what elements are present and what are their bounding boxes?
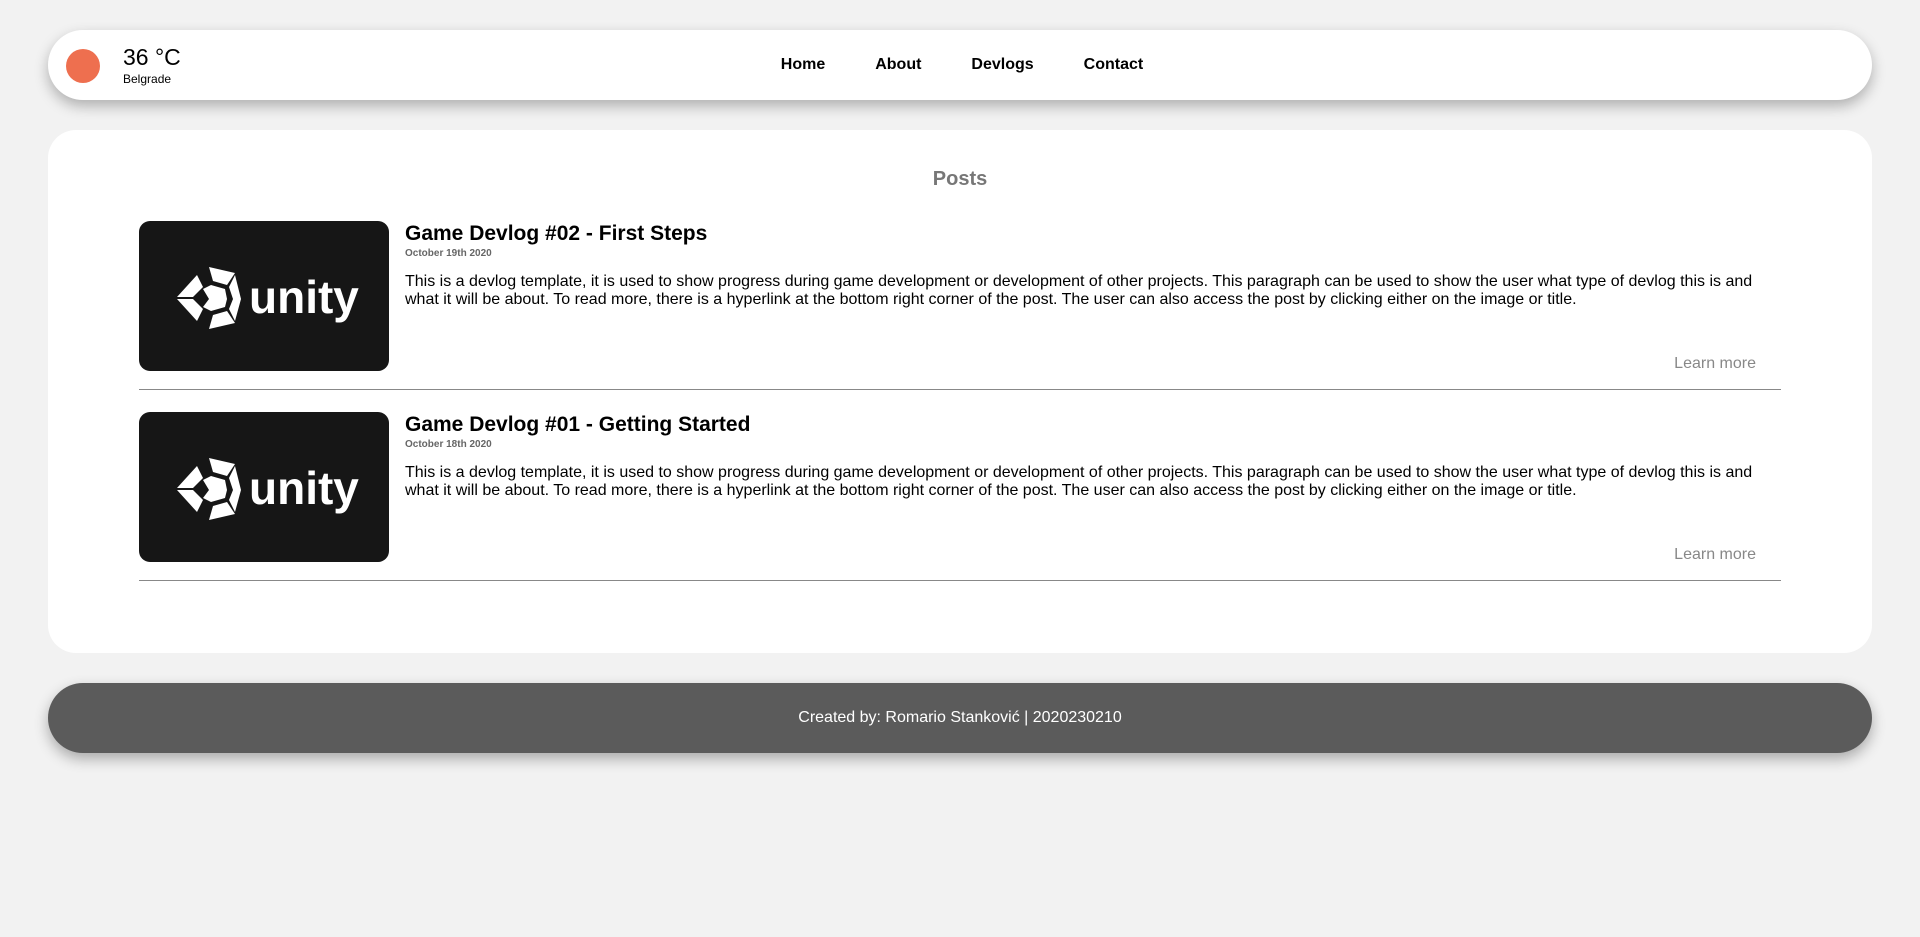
learn-more-link[interactable]: Learn more [1674,546,1756,564]
svg-text:unity: unity [249,271,359,323]
unity-logo-icon: unity [177,267,359,329]
top-navbar: 36 °C Belgrade Home About Devlogs Contac… [48,30,1872,100]
post-body: This is a devlog template, it is used to… [405,464,1753,499]
post-date: October 19th 2020 [405,248,492,259]
svg-text:unity: unity [249,462,359,514]
unity-logo-icon: unity [177,458,359,520]
post-thumbnail[interactable]: unity [139,412,389,562]
nav-link-contact[interactable]: Contact [1084,56,1144,74]
post-title[interactable]: Game Devlog #01 - Getting Started [405,413,750,437]
post-thumbnail[interactable]: unity [139,221,389,371]
posts-section: Posts unity Game Devlog #02 - First Step… [48,130,1872,653]
footer: Created by: Romario Stanković | 20202302… [48,683,1872,753]
nav-links: Home About Devlogs Contact [48,30,1872,100]
nav-link-home[interactable]: Home [781,56,825,74]
nav-link-devlogs[interactable]: Devlogs [971,56,1033,74]
post-item: unity Game Devlog #02 - First Steps Octo… [139,220,1781,390]
nav-link-about[interactable]: About [875,56,921,74]
post-item: unity Game Devlog #01 - Getting Started … [139,411,1781,581]
footer-credits: Created by: Romario Stanković | 20202302… [798,709,1122,726]
post-title[interactable]: Game Devlog #02 - First Steps [405,222,707,246]
post-body: This is a devlog template, it is used to… [405,273,1753,308]
post-date: October 18th 2020 [405,439,492,450]
posts-heading: Posts [932,168,988,190]
learn-more-link[interactable]: Learn more [1674,355,1756,373]
